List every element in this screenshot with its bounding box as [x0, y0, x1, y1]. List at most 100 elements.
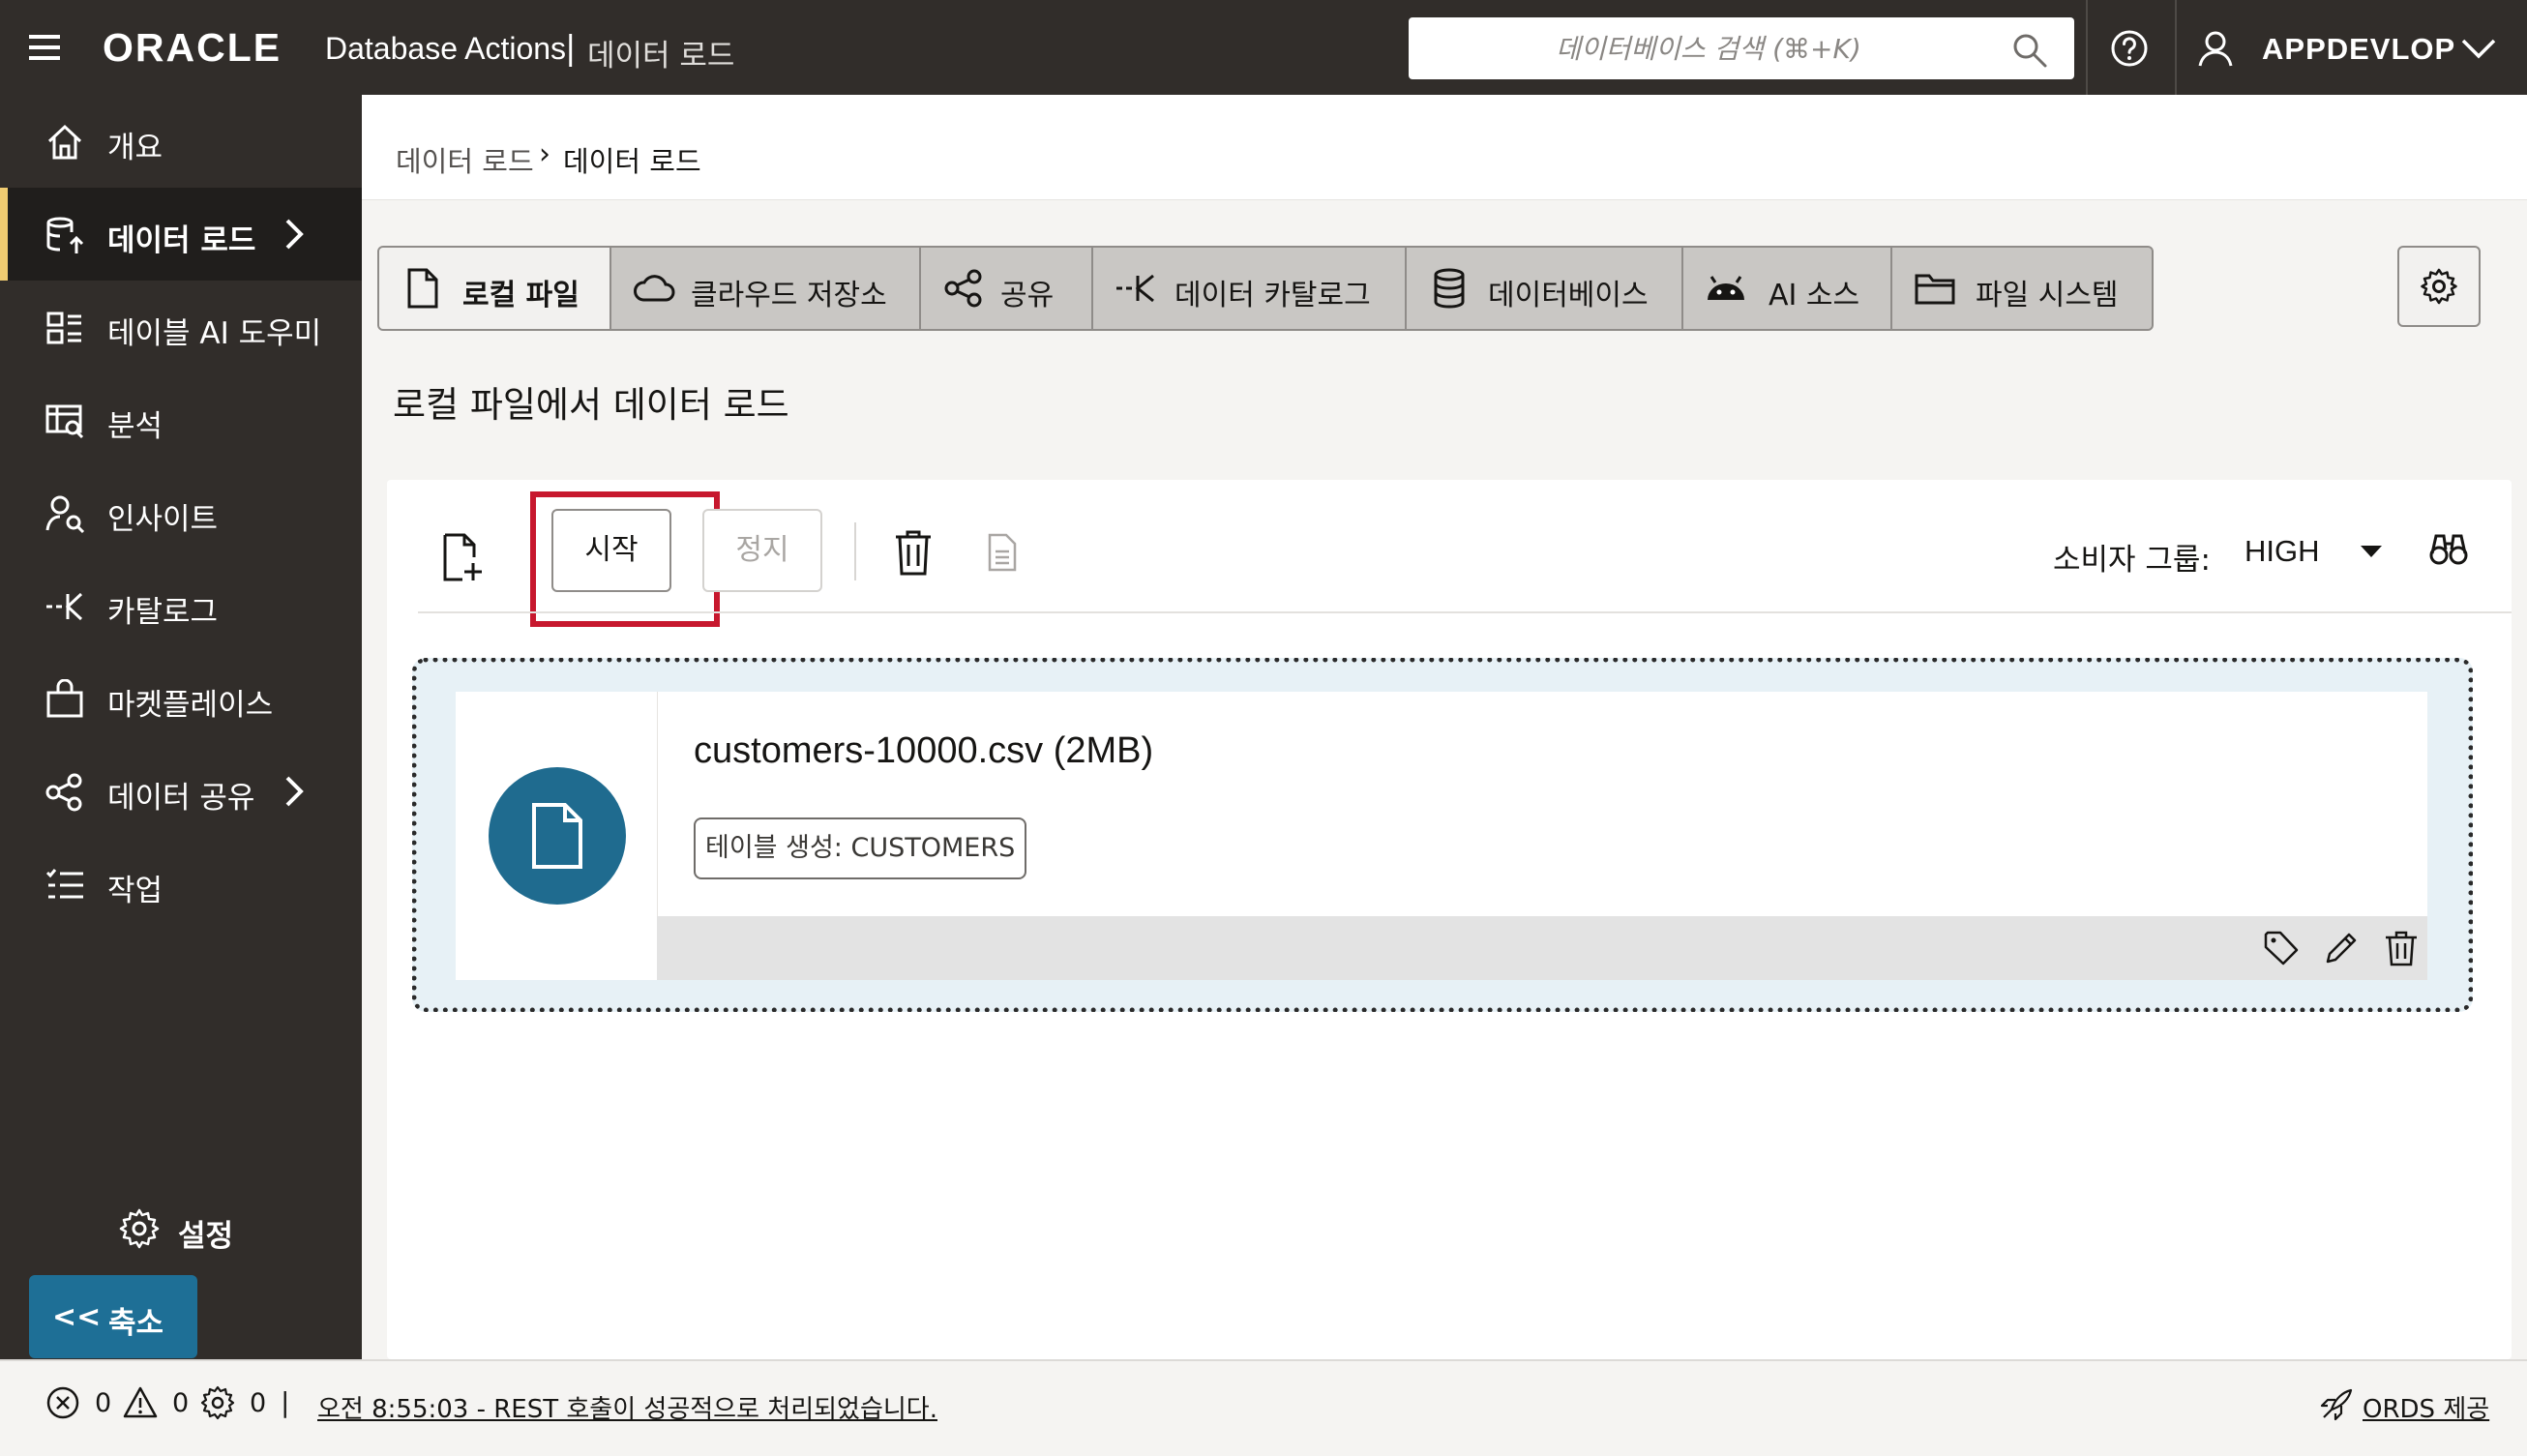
file-name: customers-10000.csv (2MB): [694, 730, 1154, 771]
data-load-icon: [46, 217, 84, 253]
toolbar-separator: [418, 611, 2512, 613]
home-icon: [47, 124, 82, 160]
tab-cloud-storage[interactable]: 클라우드 저장소: [611, 248, 921, 329]
tab-ai-source[interactable]: AI 소스: [1683, 248, 1892, 329]
rocket-icon: [2320, 1388, 2353, 1421]
report-icon[interactable]: [987, 532, 1018, 573]
target-table-chip[interactable]: 테이블 생성: CUSTOMERS: [694, 817, 1027, 879]
sidebar-item-insights[interactable]: 인사이트: [0, 466, 362, 559]
hamburger-menu-icon[interactable]: [29, 35, 60, 60]
warning-icon[interactable]: [122, 1384, 159, 1421]
collapse-button[interactable]: << 축소: [29, 1275, 197, 1358]
tab-label: 로컬 파일: [462, 279, 580, 312]
sidebar-item-label: 데이터 로드: [107, 223, 256, 258]
top-bar: ORACLE Database Actions | 데이터 로드 APPDEVL…: [0, 0, 2527, 95]
source-tabs: 로컬 파일 클라우드 저장소 공유 데이터 카탈로그 데이터베이스 AI 소스 …: [377, 246, 2154, 331]
consumer-group-value: HIGH: [2245, 534, 2320, 568]
sidebar-item-data-load[interactable]: 데이터 로드: [0, 188, 362, 281]
sidebar-item-label: 테이블 AI 도우미: [107, 316, 322, 351]
breadcrumb-separator: ›: [539, 137, 550, 171]
chevron-down-icon: [2461, 39, 2496, 59]
breadcrumb-parent[interactable]: 데이터 로드: [396, 139, 534, 180]
sidebar-item-label: 인사이트: [107, 502, 219, 537]
sidebar-item-label: 개요: [107, 131, 164, 165]
global-search[interactable]: [1409, 17, 2074, 79]
sidebar: 개요 데이터 로드 테이블 AI 도우미 분석 인사이트 카탈로그 마켓플레이스…: [0, 95, 362, 1359]
breadcrumb-current: 데이터 로드: [563, 145, 701, 178]
sidebar-item-label: 데이터 공유: [107, 781, 255, 816]
header-divider: [2175, 0, 2177, 95]
settings-label: 설정: [178, 1219, 234, 1254]
trash-icon[interactable]: [894, 528, 933, 577]
ords-label: ORDS 제공: [2363, 1395, 2490, 1424]
file-icon: [407, 268, 438, 309]
header-separator: |: [565, 29, 577, 68]
load-item-card[interactable]: customers-10000.csv (2MB) 테이블 생성: CUSTOM…: [456, 692, 2427, 980]
user-name: APPDEVLOP: [2262, 32, 2456, 66]
tab-file-system[interactable]: 파일 시스템: [1892, 248, 2152, 329]
chevron-right-icon: [285, 219, 304, 250]
ai-source-icon: [1708, 276, 1744, 300]
file-icon: [532, 803, 582, 869]
add-file-icon[interactable]: [441, 532, 484, 582]
sidebar-item-table-ai[interactable]: 테이블 AI 도우미: [0, 281, 362, 373]
load-panel: 시작 정지 소비자 그룹: HIGH customers-10000.csv (…: [387, 480, 2512, 1359]
sidebar-item-marketplace[interactable]: 마켓플레이스: [0, 652, 362, 745]
sidebar-item-jobs[interactable]: 작업: [0, 838, 362, 931]
consumer-group-select[interactable]: HIGH: [2245, 524, 2399, 579]
double-chevron-left-icon: <<: [52, 1300, 102, 1334]
catalog-icon: [46, 592, 83, 621]
analysis-icon: [45, 404, 84, 439]
sidebar-item-label: 마켓플레이스: [107, 688, 274, 723]
collapse-label: 축소: [108, 1306, 164, 1341]
tab-local-file[interactable]: 로컬 파일: [379, 248, 611, 329]
error-icon[interactable]: [45, 1384, 81, 1421]
folder-icon: [1915, 274, 1955, 305]
help-icon[interactable]: [2110, 29, 2149, 68]
search-input[interactable]: [1409, 17, 2008, 79]
header-divider: [2086, 0, 2088, 95]
tab-data-catalog[interactable]: 데이터 카탈로그: [1093, 248, 1407, 329]
main-content: 데이터 로드 › 데이터 로드 로컬 파일 클라우드 저장소 공유 데이터 카탈…: [362, 95, 2527, 1359]
card-icon-area: [456, 692, 658, 980]
gear-icon: [119, 1208, 160, 1249]
tag-icon[interactable]: [2263, 930, 2300, 966]
gear-icon: [2421, 268, 2457, 305]
trash-icon[interactable]: [2383, 930, 2420, 966]
status-bar: 0 0 0 | 오전 8:55:03 - REST 호출이 성공적으로 처리되었…: [0, 1359, 2527, 1456]
sidebar-item-catalog[interactable]: 카탈로그: [0, 559, 362, 652]
search-icon[interactable]: [2010, 31, 2049, 70]
share-icon: [45, 773, 82, 812]
share-icon: [944, 269, 982, 308]
gear-icon[interactable]: [199, 1384, 236, 1421]
stop-button[interactable]: 정지: [702, 509, 822, 592]
tab-database[interactable]: 데이터베이스: [1407, 248, 1683, 329]
user-icon: [2198, 31, 2233, 67]
header-page-name: 데이터 로드: [587, 39, 735, 74]
tab-label: 공유: [1000, 279, 1055, 312]
binoculars-icon[interactable]: [2428, 528, 2469, 569]
file-drop-zone[interactable]: customers-10000.csv (2MB) 테이블 생성: CUSTOM…: [412, 658, 2473, 1012]
oracle-logo: ORACLE: [103, 25, 282, 70]
sidebar-item-overview[interactable]: 개요: [0, 95, 362, 188]
consumer-group-label: 소비자 그룹:: [2053, 543, 2211, 578]
cloud-icon: [634, 275, 675, 302]
toolbar-divider: [854, 522, 856, 580]
sidebar-item-analysis[interactable]: 분석: [0, 373, 362, 466]
settings-button[interactable]: [2397, 246, 2481, 327]
marketplace-icon: [46, 679, 83, 718]
tab-label: 데이터베이스: [1488, 279, 1649, 312]
sidebar-item-label: 분석: [107, 409, 164, 444]
card-actions: [657, 916, 2427, 980]
jobs-icon: [45, 869, 83, 899]
table-ai-icon: [46, 312, 81, 344]
tab-label: AI 소스: [1769, 279, 1860, 312]
sidebar-item-data-share[interactable]: 데이터 공유: [0, 745, 362, 838]
start-button[interactable]: 시작: [551, 509, 671, 592]
database-icon: [1434, 268, 1465, 309]
catalog-icon: [1116, 274, 1154, 303]
edit-icon[interactable]: [2323, 930, 2360, 966]
status-message[interactable]: 오전 8:55:03 - REST 호출이 성공적으로 처리되었습니다.: [317, 1389, 937, 1425]
breadcrumb: 데이터 로드 › 데이터 로드: [362, 95, 2527, 200]
tab-share[interactable]: 공유: [921, 248, 1093, 329]
